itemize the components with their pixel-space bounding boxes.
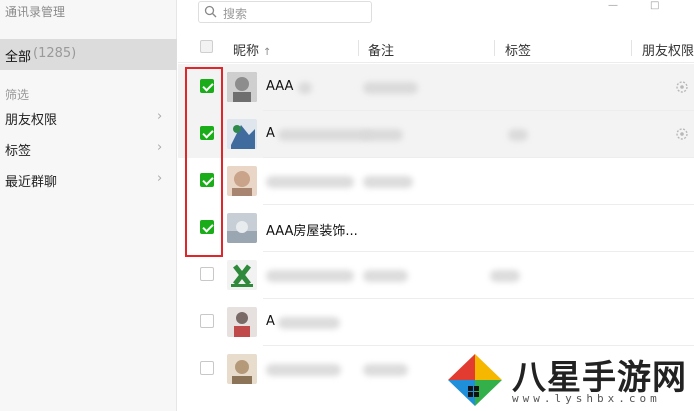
avatar bbox=[227, 307, 257, 337]
moments-hidden-icon bbox=[676, 128, 688, 140]
redacted-text bbox=[298, 82, 312, 94]
filter-heading: 筛选 bbox=[5, 88, 30, 102]
table-row[interactable]: A bbox=[178, 111, 694, 158]
column-nickname[interactable]: 昵称 ↑ bbox=[233, 40, 271, 59]
column-nickname-label: 昵称 bbox=[233, 44, 260, 59]
avatar bbox=[227, 354, 257, 384]
chevron-right-icon: › bbox=[157, 109, 163, 124]
column-friend-permissions[interactable]: 朋友权限 bbox=[642, 40, 694, 59]
maximize-button[interactable]: □ bbox=[650, 0, 659, 11]
redacted-text bbox=[363, 129, 403, 141]
sidebar-item-label: 最近群聊 bbox=[5, 175, 58, 190]
table-row[interactable]: A bbox=[178, 299, 694, 346]
sidebar-item-friend-permissions[interactable]: 朋友权限 › bbox=[0, 105, 177, 131]
column-tags[interactable]: 标签 bbox=[505, 40, 531, 59]
sidebar-item-all[interactable]: 全部 (1285) bbox=[0, 39, 177, 70]
redacted-text bbox=[490, 270, 520, 282]
row-checkbox[interactable] bbox=[200, 361, 214, 375]
sort-ascending-icon: ↑ bbox=[263, 47, 272, 58]
chevron-right-icon: › bbox=[157, 140, 163, 155]
redacted-text bbox=[363, 82, 418, 94]
contact-count: (1285) bbox=[33, 46, 77, 61]
contact-nickname: AAA房屋装饰... bbox=[266, 224, 358, 239]
contact-nickname: AAA bbox=[266, 79, 294, 94]
redacted-text bbox=[266, 364, 341, 376]
table-row[interactable]: AAA bbox=[178, 64, 694, 111]
window-title: 通讯录管理 bbox=[5, 5, 66, 19]
redacted-text bbox=[363, 176, 413, 188]
table-row[interactable] bbox=[178, 252, 694, 299]
sidebar-item-all-label: 全部 bbox=[5, 50, 32, 65]
watermark-url: www.lyshbx.com bbox=[512, 392, 661, 405]
table-header: 昵称 ↑ 备注 标签 朋友权限 bbox=[178, 33, 694, 63]
sidebar-item-label: 标签 bbox=[5, 144, 32, 159]
minimize-button[interactable]: — bbox=[608, 0, 618, 11]
avatar bbox=[227, 260, 257, 290]
search-placeholder: 搜索 bbox=[223, 7, 248, 21]
search-icon bbox=[204, 5, 217, 18]
contact-nickname: A bbox=[266, 126, 275, 141]
row-checkbox[interactable] bbox=[200, 314, 214, 328]
contact-nickname: A bbox=[266, 314, 275, 329]
search-input[interactable]: 搜索 bbox=[198, 1, 372, 23]
sidebar-item-recent-groups[interactable]: 最近群聊 › bbox=[0, 167, 177, 193]
column-divider[interactable] bbox=[631, 40, 632, 56]
moments-hidden-icon bbox=[676, 81, 688, 93]
chevron-right-icon: › bbox=[157, 171, 163, 186]
table-row[interactable] bbox=[178, 158, 694, 205]
column-remark[interactable]: 备注 bbox=[368, 40, 394, 59]
selection-highlight-box bbox=[185, 67, 223, 257]
sidebar: 通讯录管理 全部 (1285) 筛选 朋友权限 › 标签 › 最近群聊 › bbox=[0, 0, 177, 411]
row-checkbox[interactable] bbox=[200, 267, 214, 281]
watermark-logo-icon bbox=[444, 350, 506, 410]
table-row[interactable]: AAA房屋装饰... bbox=[178, 205, 694, 252]
redacted-text bbox=[266, 270, 354, 282]
avatar bbox=[227, 166, 257, 196]
sidebar-item-label: 朋友权限 bbox=[5, 113, 58, 128]
redacted-text bbox=[278, 129, 370, 141]
column-divider[interactable] bbox=[358, 40, 359, 56]
sidebar-item-tags[interactable]: 标签 › bbox=[0, 136, 177, 162]
select-all-checkbox[interactable] bbox=[200, 40, 213, 53]
avatar bbox=[227, 119, 257, 149]
redacted-text bbox=[278, 317, 340, 329]
redacted-text bbox=[363, 270, 408, 282]
column-divider[interactable] bbox=[494, 40, 495, 56]
redacted-text bbox=[266, 176, 354, 188]
avatar bbox=[227, 213, 257, 243]
avatar bbox=[227, 72, 257, 102]
redacted-text bbox=[363, 364, 408, 376]
redacted-text bbox=[508, 129, 528, 141]
